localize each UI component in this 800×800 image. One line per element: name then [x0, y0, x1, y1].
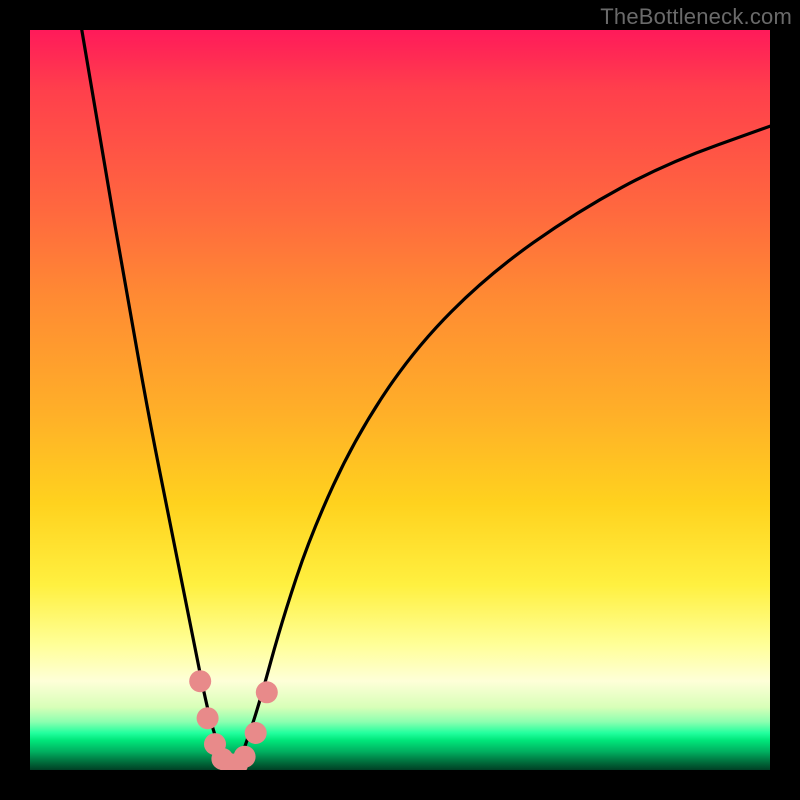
curve-layer — [30, 30, 770, 770]
highlight-dots — [189, 670, 278, 770]
plot-area — [30, 30, 770, 770]
bottleneck-curve — [82, 30, 770, 766]
highlight-dot — [256, 681, 278, 703]
highlight-dot — [189, 670, 211, 692]
watermark-text: TheBottleneck.com — [600, 4, 792, 30]
highlight-dot — [197, 707, 219, 729]
highlight-dot — [234, 746, 256, 768]
highlight-dot — [245, 722, 267, 744]
chart-container: TheBottleneck.com — [0, 0, 800, 800]
